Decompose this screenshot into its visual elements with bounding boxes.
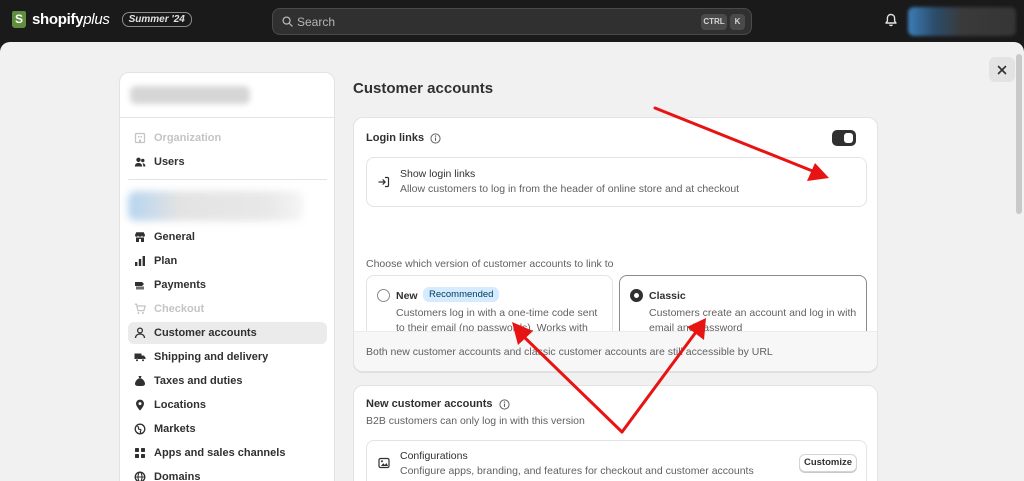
- page-title: Customer accounts: [353, 80, 494, 97]
- sidebar-item-locations[interactable]: Locations: [128, 394, 327, 416]
- sidebar-item-label: Apps and sales channels: [154, 447, 286, 459]
- sidebar-item-label: General: [154, 231, 195, 243]
- settings-modal: Organization Users General Plan Payments…: [0, 42, 1024, 481]
- sidebar-item-label: Domains: [154, 471, 201, 481]
- sidebar-item-users[interactable]: Users: [128, 151, 327, 173]
- account-menu[interactable]: [908, 7, 1016, 36]
- search-icon: [282, 16, 293, 27]
- sidebar-item-label: Markets: [154, 423, 196, 435]
- footer-note: Both new customer accounts and classic c…: [366, 346, 773, 358]
- new-customer-accounts-title: New customer accounts: [366, 398, 493, 410]
- payments-icon: [135, 282, 144, 290]
- recommended-badge: Recommended: [423, 287, 500, 302]
- sidebar-item-label: Shipping and delivery: [154, 351, 269, 363]
- scrollbar[interactable]: [1016, 54, 1022, 214]
- store-selector-redacted[interactable]: [128, 191, 303, 221]
- shopify-bag-icon: [12, 11, 26, 28]
- login-links-title: Login links: [366, 132, 425, 144]
- edition-badge[interactable]: Summer '24: [121, 12, 192, 27]
- configure-icon: [378, 457, 390, 469]
- apps-icon: [135, 448, 145, 458]
- toggle-title: Show login links: [400, 168, 476, 180]
- sidebar-item-label: Organization: [154, 132, 222, 144]
- money-bag-icon: [135, 376, 145, 386]
- cart-icon: [134, 303, 146, 314]
- store-icon: [135, 232, 145, 242]
- show-login-links-row: Show login links Allow customers to log …: [366, 157, 867, 207]
- sidebar-item-label: Customer accounts: [154, 327, 257, 339]
- customize-button[interactable]: Customize: [799, 454, 857, 472]
- sidebar-item-apps-and-sales-channels[interactable]: Apps and sales channels: [128, 442, 327, 464]
- new-customer-accounts-card: New customer accounts B2B customers can …: [353, 385, 878, 481]
- domain-icon: [134, 471, 146, 481]
- login-links-card: Login links Show login links Allow custo…: [353, 117, 878, 372]
- shortcut-key-k: K: [730, 14, 745, 30]
- configurations-row: Configurations Configure apps, branding,…: [366, 440, 867, 481]
- classic-radio[interactable]: [630, 289, 643, 302]
- configurations-title: Configurations: [400, 450, 468, 462]
- globe-icon: [134, 423, 146, 435]
- brand-suffix: plus: [83, 11, 110, 28]
- sidebar-item-markets[interactable]: Markets: [128, 418, 327, 440]
- sign-in-icon: [378, 176, 390, 188]
- store-name-redacted: [130, 86, 250, 104]
- truck-icon: [134, 353, 146, 362]
- toggle-description: Allow customers to log in from the heade…: [400, 183, 740, 195]
- search-bar[interactable]: Search CTRL K: [272, 8, 752, 35]
- close-button[interactable]: [989, 57, 1015, 82]
- brand-name: shopify: [32, 11, 84, 28]
- sidebar-item-payments[interactable]: Payments: [128, 274, 327, 296]
- sidebar-item-domains[interactable]: Domains: [128, 466, 327, 481]
- sidebar-divider: [128, 179, 327, 180]
- close-icon: [997, 65, 1007, 74]
- location-pin-icon: [136, 399, 144, 411]
- settings-sidebar: Organization Users General Plan Payments…: [119, 72, 335, 481]
- sidebar-item-label: Locations: [154, 399, 206, 411]
- info-icon[interactable]: [430, 132, 441, 144]
- configurations-description: Configure apps, branding, and features f…: [400, 465, 754, 477]
- notification-bell-icon[interactable]: [883, 12, 899, 28]
- building-icon: [134, 132, 146, 144]
- sidebar-item-label: Checkout: [154, 303, 205, 315]
- sidebar-divider: [120, 117, 334, 118]
- sidebar-item-general[interactable]: General: [128, 226, 327, 248]
- new-option-title: New: [396, 290, 418, 302]
- sidebar-item-checkout[interactable]: Checkout: [128, 298, 327, 320]
- sidebar-item-label: Users: [154, 156, 185, 168]
- info-icon[interactable]: [498, 398, 510, 410]
- sidebar-item-customer-accounts[interactable]: Customer accounts: [128, 322, 327, 344]
- person-icon: [134, 327, 146, 339]
- bar-chart-icon: [135, 256, 145, 266]
- sidebar-item-label: Plan: [154, 255, 178, 267]
- login-links-footer: Both new customer accounts and classic c…: [354, 331, 877, 371]
- sidebar-item-label: Taxes and duties: [154, 375, 243, 387]
- new-radio[interactable]: [377, 289, 390, 302]
- sidebar-item-label: Payments: [154, 279, 206, 291]
- sidebar-item-plan[interactable]: Plan: [128, 250, 327, 272]
- search-placeholder: Search: [297, 15, 336, 29]
- b2b-note: B2B customers can only log in with this …: [366, 415, 585, 427]
- users-icon: [134, 157, 146, 167]
- login-links-heading: Login links: [366, 132, 441, 144]
- sidebar-item-shipping-and-delivery[interactable]: Shipping and delivery: [128, 346, 327, 368]
- top-bar: shopifyplus Summer '24 Search CTRL K: [0, 0, 1024, 42]
- classic-option-title: Classic: [649, 290, 686, 302]
- shortcut-key-ctrl: CTRL: [701, 14, 727, 30]
- choose-version-label: Choose which version of customer account…: [366, 258, 614, 270]
- show-login-links-toggle[interactable]: [832, 130, 856, 146]
- shopify-plus-logo[interactable]: shopifyplus Summer '24: [12, 11, 192, 28]
- new-customer-accounts-heading: New customer accounts: [366, 398, 510, 410]
- sidebar-item-organization[interactable]: Organization: [128, 127, 327, 149]
- sidebar-item-taxes-and-duties[interactable]: Taxes and duties: [128, 370, 327, 392]
